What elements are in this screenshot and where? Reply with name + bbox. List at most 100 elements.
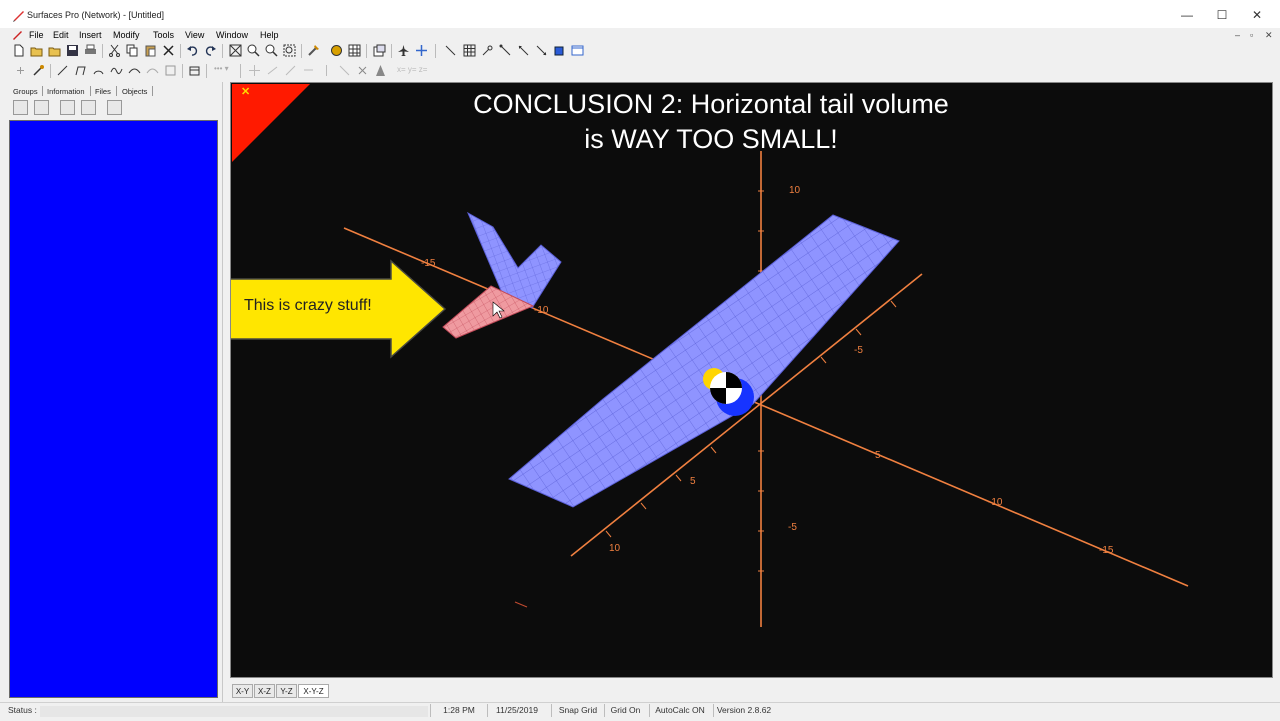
aircraft-icon[interactable] xyxy=(397,44,410,57)
window-icon[interactable] xyxy=(571,44,584,57)
menu-view[interactable]: View xyxy=(185,30,204,40)
window-title: Surfaces Pro (Network) - [Untitled] xyxy=(27,10,165,20)
status-version: Version 2.8.62 xyxy=(713,704,774,717)
dots-dropdown[interactable]: ••• ▾ xyxy=(214,64,229,73)
snap-grid-toggle[interactable]: Snap Grid xyxy=(551,704,604,717)
menu-modify[interactable]: Modify xyxy=(113,30,140,40)
tools-icon[interactable] xyxy=(307,44,320,57)
mdi-minimize-button[interactable]: – xyxy=(1235,30,1240,40)
menu-window[interactable]: Window xyxy=(216,30,248,40)
line-draw-icon[interactable] xyxy=(56,64,69,77)
stray-mark xyxy=(514,601,528,608)
tab-files[interactable]: Files xyxy=(95,87,111,96)
pointer-icon[interactable] xyxy=(517,44,530,57)
zoom-in-icon[interactable] xyxy=(247,44,260,57)
spline-icon[interactable] xyxy=(110,64,123,77)
fin-icon[interactable] xyxy=(374,64,387,77)
conclusion-line-1: CONCLUSION 2: Horizontal tail volume xyxy=(473,89,949,119)
panel-button-5[interactable] xyxy=(107,100,122,115)
undo-icon[interactable] xyxy=(186,44,199,57)
paste-icon[interactable] xyxy=(144,44,157,57)
maximize-button[interactable]: ☐ xyxy=(1209,6,1235,24)
delete-icon[interactable] xyxy=(162,44,175,57)
scale-disabled-icon xyxy=(285,65,296,76)
rectangle-icon[interactable] xyxy=(164,64,177,77)
probe-icon[interactable] xyxy=(481,44,494,57)
arc-icon[interactable] xyxy=(92,64,105,77)
mdi-close-button[interactable]: ✕ xyxy=(1265,30,1273,41)
callout-text: This is crazy stuff! xyxy=(244,297,372,314)
arrow-tool-icon[interactable] xyxy=(535,44,548,57)
autocalc-toggle[interactable]: AutoCalc ON xyxy=(649,704,710,717)
status-message-area xyxy=(40,706,428,717)
zoom-out-icon[interactable] xyxy=(265,44,278,57)
pick-tool-icon[interactable] xyxy=(32,64,45,77)
close-window-button[interactable]: ✕ xyxy=(1244,6,1270,24)
open-file-icon[interactable] xyxy=(48,44,61,57)
axis-label-y-neg10b: -10 xyxy=(988,497,1003,508)
panel-button-3[interactable] xyxy=(60,100,75,115)
conclusion-title: CONCLUSION 2: Horizontal tail volume is … xyxy=(231,87,1191,157)
point-tool-icon[interactable] xyxy=(14,64,27,77)
polyline-icon[interactable] xyxy=(74,64,87,77)
document-pen-icon xyxy=(13,31,22,40)
open-folder-icon[interactable] xyxy=(30,44,43,57)
tab-groups[interactable]: Groups xyxy=(13,87,38,96)
zoom-window-icon[interactable] xyxy=(283,44,296,57)
panel-button-2[interactable] xyxy=(34,100,49,115)
axis-label-x-5: 5 xyxy=(690,476,696,487)
copy-icon[interactable] xyxy=(126,44,139,57)
status-time: 1:28 PM xyxy=(430,704,487,717)
tab-view-xyz[interactable]: X-Y-Z xyxy=(298,684,329,698)
tab-view-xy[interactable]: X-Y xyxy=(232,684,253,698)
mesh-icon[interactable] xyxy=(463,44,476,57)
grid-table-icon[interactable] xyxy=(348,44,361,57)
grid-on-toggle[interactable]: Grid On xyxy=(604,704,646,717)
cut-icon[interactable] xyxy=(108,44,121,57)
axis-label-z-neg5: -5 xyxy=(788,522,797,533)
curve-icon[interactable] xyxy=(128,64,141,77)
line-tool-icon[interactable] xyxy=(444,44,457,57)
curve-disabled-icon xyxy=(146,68,159,74)
redo-icon[interactable] xyxy=(204,44,217,57)
axis-label-x-neg5: -5 xyxy=(854,345,863,356)
surface-icon[interactable] xyxy=(188,64,201,77)
array-disabled-icon xyxy=(339,65,350,76)
panel-button-4[interactable] xyxy=(81,100,96,115)
rotate-disabled-icon xyxy=(267,66,278,75)
tab-objects[interactable]: Objects xyxy=(122,87,147,96)
move-disabled-icon xyxy=(249,65,260,76)
properties-icon[interactable] xyxy=(373,44,386,57)
menu-file[interactable]: File xyxy=(29,30,44,40)
zoom-extents-icon[interactable] xyxy=(229,44,242,57)
axis-label-y-5: 5 xyxy=(875,450,881,461)
app-pen-icon xyxy=(13,11,24,22)
mdi-restore-button[interactable]: ▫ xyxy=(1250,30,1253,40)
coordinate-disabled: x= y= z= xyxy=(397,65,428,74)
menu-tools[interactable]: Tools xyxy=(153,30,174,40)
menu-insert[interactable]: Insert xyxy=(79,30,102,40)
tab-view-xz[interactable]: X-Z xyxy=(254,684,275,698)
save-icon[interactable] xyxy=(66,44,79,57)
3d-viewport[interactable]: ✕ CONCLUSION 2: Horizontal tail volume i… xyxy=(230,82,1273,678)
print-icon[interactable] xyxy=(84,44,97,57)
panel-button-1[interactable] xyxy=(13,100,28,115)
measure-icon[interactable] xyxy=(499,44,512,57)
tab-information[interactable]: Information xyxy=(47,87,85,96)
minimize-button[interactable]: — xyxy=(1174,6,1200,24)
align-icon[interactable] xyxy=(415,44,428,57)
main-toolbar xyxy=(0,42,1280,60)
trim-icon[interactable] xyxy=(356,64,369,77)
left-panel: Groups Information Files Objects xyxy=(6,82,223,702)
tab-view-yz[interactable]: Y-Z xyxy=(276,684,297,698)
new-file-icon[interactable] xyxy=(12,44,25,57)
groups-list-area[interactable] xyxy=(9,120,218,698)
cube-icon[interactable] xyxy=(553,44,566,57)
drawing-toolbar: ••• ▾ x= y= z= xyxy=(0,62,1280,80)
status-label: Status : xyxy=(8,705,37,715)
title-bar xyxy=(0,0,1280,30)
calc-icon[interactable] xyxy=(330,44,343,57)
main-wing-surface xyxy=(508,214,900,508)
menu-help[interactable]: Help xyxy=(260,30,279,40)
menu-edit[interactable]: Edit xyxy=(53,30,69,40)
